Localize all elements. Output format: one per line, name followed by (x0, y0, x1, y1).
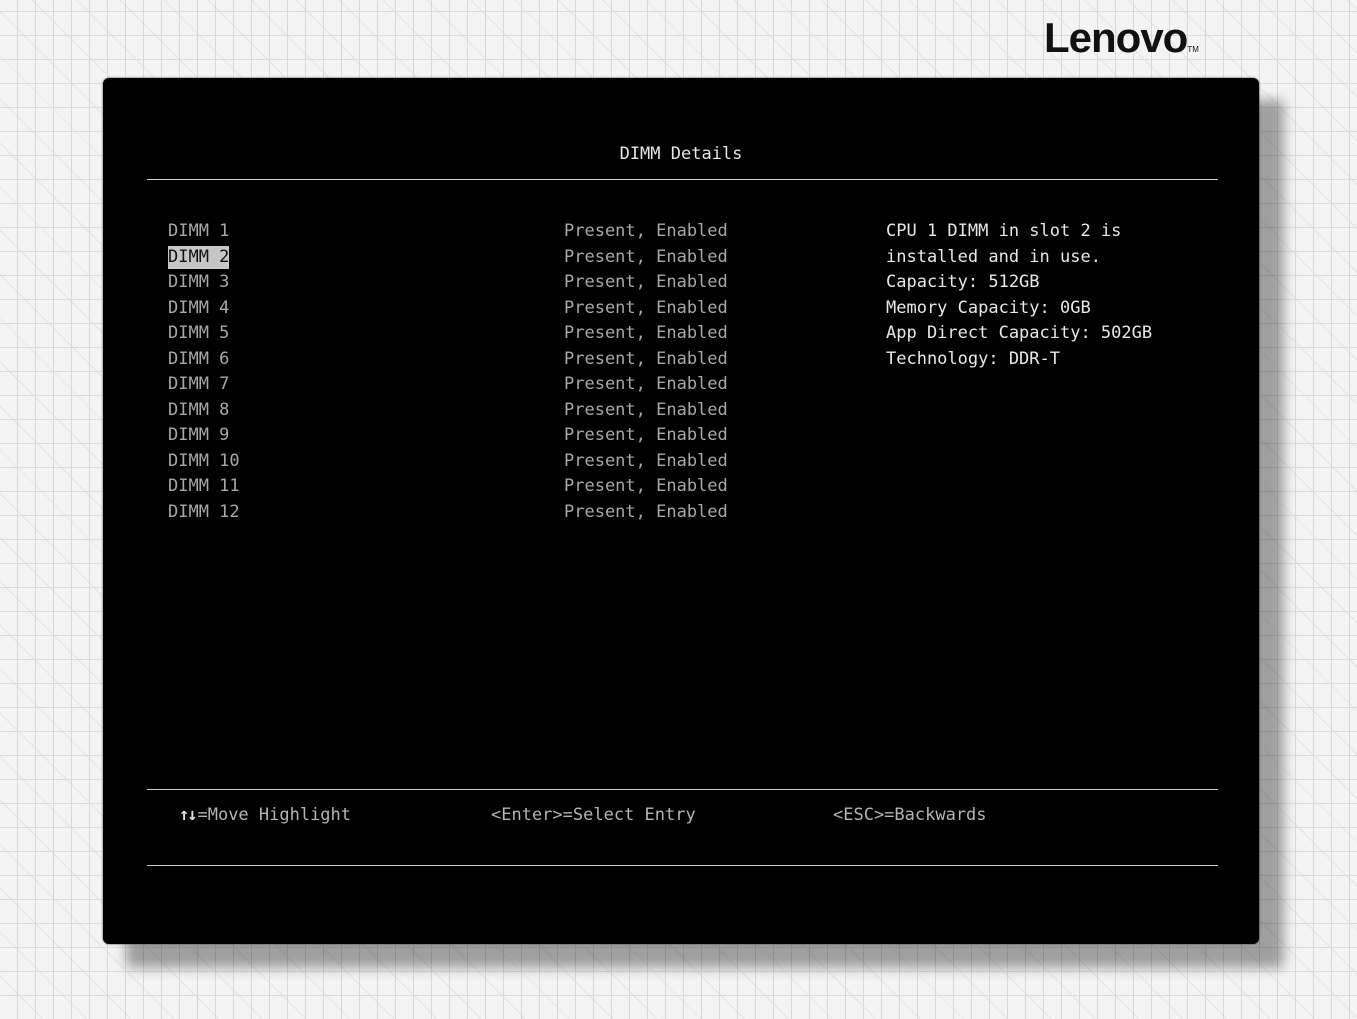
footer-enter-hint: <Enter>=Select Entry (491, 805, 696, 825)
move-highlight-label: =Move Highlight (197, 805, 352, 825)
bios-panel: DIMM Details DIMM 1 Present, Enabled DIMM … (103, 78, 1259, 944)
dimm-row[interactable]: DIMM 11 Present, Enabled (168, 474, 768, 500)
help-line: CPU 1 DIMM in slot 2 is (886, 221, 1122, 241)
dimm-list: DIMM 1 Present, Enabled DIMM 2 Present, Ena… (168, 219, 768, 525)
dimm-status: Present, Enabled (564, 272, 728, 292)
help-line: installed and in use. (886, 246, 1101, 267)
dimm-row[interactable]: DIMM 2 Present, Enabled (168, 245, 768, 271)
help-line: Technology: DDR-T (886, 348, 1060, 369)
help-line: Capacity: 512GB (886, 272, 1040, 292)
dimm-name[interactable]: DIMM 9 (168, 423, 229, 448)
dimm-name[interactable]: DIMM 5 (168, 321, 229, 346)
dimm-row[interactable]: DIMM 1 Present, Enabled (168, 219, 768, 245)
up-down-arrows-icon: ↑↓ (179, 805, 198, 825)
dimm-status: Present, Enabled (564, 374, 728, 394)
dimm-status: Present, Enabled (564, 297, 728, 318)
footer-top-divider (147, 789, 1218, 790)
dimm-name[interactable]: DIMM 6 (168, 347, 229, 372)
help-line: App Direct Capacity: 502GB (886, 323, 1153, 343)
dimm-name[interactable]: DIMM 4 (168, 296, 229, 321)
lenovo-logo: LenovoTM (1044, 14, 1199, 62)
dimm-name[interactable]: DIMM 3 (168, 270, 229, 295)
dimm-row[interactable]: DIMM 4 Present, Enabled (168, 296, 768, 322)
dimm-status: Present, Enabled (564, 450, 728, 471)
dimm-row[interactable]: DIMM 7 Present, Enabled (168, 372, 768, 398)
dimm-name[interactable]: DIMM 7 (168, 372, 229, 397)
dimm-row[interactable]: DIMM 3 Present, Enabled (168, 270, 768, 296)
dimm-name[interactable]: DIMM 11 (168, 474, 240, 499)
dimm-name[interactable]: DIMM 1 (168, 219, 229, 244)
dimm-name[interactable]: DIMM 8 (168, 398, 229, 423)
dimm-row[interactable]: DIMM 10 Present, Enabled (168, 449, 768, 475)
dimm-status: Present, Enabled (564, 246, 728, 267)
footer-bottom-divider (147, 865, 1218, 866)
dimm-status: Present, Enabled (564, 323, 728, 343)
title-divider (147, 179, 1218, 180)
dimm-status: Present, Enabled (564, 399, 728, 420)
dimm-name[interactable]: DIMM 12 (168, 500, 240, 525)
dimm-row[interactable]: DIMM 6 Present, Enabled (168, 347, 768, 373)
logo-text: Lenovo (1044, 14, 1188, 61)
dimm-status: Present, Enabled (564, 348, 728, 369)
dimm-status: Present, Enabled (564, 476, 728, 496)
dimm-status: Present, Enabled (564, 221, 728, 241)
footer-esc-hint: <ESC>=Backwards (833, 805, 987, 825)
dimm-row[interactable]: DIMM 9 Present, Enabled (168, 423, 768, 449)
dimm-row[interactable]: DIMM 5 Present, Enabled (168, 321, 768, 347)
dimm-row[interactable]: DIMM 8 Present, Enabled (168, 398, 768, 424)
dimm-status: Present, Enabled (564, 501, 728, 522)
dimm-name[interactable]: DIMM 2 (168, 245, 230, 269)
page-title: DIMM Details (619, 144, 743, 164)
dimm-status: Present, Enabled (564, 425, 728, 445)
help-line: Memory Capacity: 0GB (886, 297, 1091, 318)
footer-move-hint: ↑↓ =Move Highlight (179, 805, 351, 825)
logo-trademark: TM (1187, 45, 1199, 54)
dimm-name[interactable]: DIMM 10 (168, 449, 240, 474)
help-panel: CPU 1 DIMM in slot 2 is installed and in … (886, 219, 1206, 372)
dimm-row[interactable]: DIMM 12 Present, Enabled (168, 500, 768, 526)
